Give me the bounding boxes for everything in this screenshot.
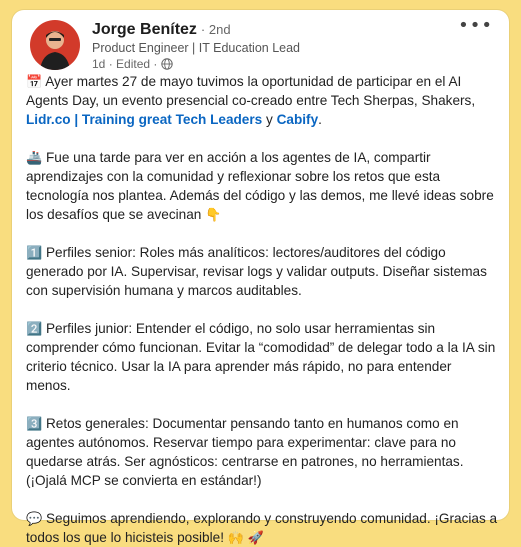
- post-time: 1d: [92, 57, 106, 71]
- post-paragraph-2: 🚢 Fue una tarde para ver en acción a los…: [26, 150, 494, 222]
- post-card: Jorge Benítez · 2nd Product Engineer | IT…: [12, 10, 509, 545]
- author-name[interactable]: Jorge Benítez: [92, 21, 197, 38]
- mention-lidr[interactable]: Lidr.co | Training great Tech Leaders: [26, 112, 262, 127]
- edited-label: · Edited ·: [108, 57, 158, 71]
- post-paragraph-1: 📅 Ayer martes 27 de mayo tuvimos la opor…: [26, 74, 476, 127]
- raised-hands-rocket-icon: 🙌 🚀: [227, 530, 264, 545]
- mention-cabify[interactable]: Cabify: [277, 112, 319, 127]
- globe-icon: [161, 58, 174, 70]
- connection-degree: · 2nd: [200, 22, 231, 37]
- post-paragraph-3: 1️⃣ Perfiles senior: Roles más analítico…: [26, 245, 487, 298]
- author-info: Jorge Benítez · 2nd Product Engineer | IT…: [92, 19, 300, 72]
- pointing-down-icon: 👇: [205, 207, 222, 222]
- post-paragraph-4: 2️⃣ Perfiles junior: Entender el código,…: [26, 321, 496, 393]
- ship-icon: 🚢: [26, 150, 43, 165]
- post-header: Jorge Benítez · 2nd Product Engineer | IT…: [12, 10, 509, 72]
- keycap-two-icon: 2️⃣: [26, 321, 43, 336]
- keycap-three-icon: 3️⃣: [26, 416, 43, 431]
- author-headline: Product Engineer | IT Education Lead: [92, 41, 301, 55]
- calendar-icon: 📅: [26, 74, 43, 89]
- post-paragraph-6: 💬 Seguimos aprendiendo, explorando y con…: [26, 511, 498, 545]
- keycap-one-icon: 1️⃣: [26, 245, 43, 260]
- avatar[interactable]: [30, 20, 80, 70]
- post-paragraph-5: 3️⃣ Retos generales: Documentar pensando…: [26, 416, 464, 488]
- speech-bubble-icon: 💬: [26, 511, 43, 526]
- post-body: 📅 Ayer martes 27 de mayo tuvimos la opor…: [26, 72, 499, 547]
- more-options-icon[interactable]: •••: [458, 17, 493, 35]
- post-meta: 1d · Edited ·: [92, 56, 300, 72]
